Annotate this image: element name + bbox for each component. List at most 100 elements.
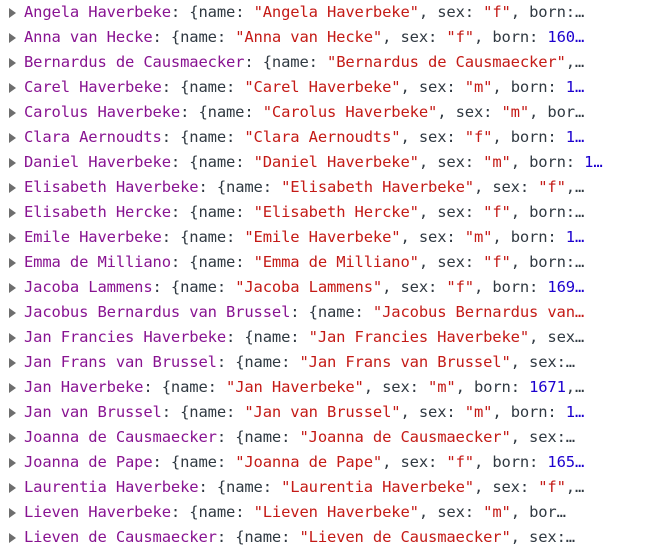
console-row[interactable]: Daniel Haverbeke: {name: "Daniel Haverbe…	[0, 150, 669, 175]
console-row[interactable]: Jacobus Bernardus van Brussel: {name: "J…	[0, 300, 669, 325]
triangle-right-icon[interactable]	[9, 208, 16, 218]
console-row[interactable]: Jan Frans van Brussel: {name: "Jan Frans…	[0, 350, 669, 375]
row-content: Elisabeth Hercke: {name: "Elisabeth Herc…	[24, 200, 669, 225]
row-content: Emile Haverbeke: {name: "Emile Haverbeke…	[24, 225, 669, 250]
console-row[interactable]: Clara Aernoudts: {name: "Clara Aernoudts…	[0, 125, 669, 150]
punctuation: ,	[382, 278, 401, 296]
console-row[interactable]: Anna van Hecke: {name: "Anna van Hecke",…	[0, 25, 669, 50]
triangle-right-icon[interactable]	[9, 333, 16, 343]
row-content: Jacoba Lammens: {name: "Jacoba Lammens",…	[24, 275, 669, 300]
triangle-right-icon[interactable]	[9, 33, 16, 43]
name-value: "Jan Haverbeke"	[226, 378, 364, 396]
ellipsis: ,…	[565, 53, 585, 71]
triangle-right-icon[interactable]	[9, 133, 16, 143]
triangle-right-icon[interactable]	[9, 408, 16, 418]
punctuation: : {	[216, 428, 245, 446]
sex-value: "f"	[446, 453, 474, 471]
console-row[interactable]: Angela Haverbeke: {name: "Angela Haverbe…	[0, 0, 669, 25]
row-content: Joanna de Causmaecker: {name: "Joanna de…	[24, 425, 669, 450]
prop-name: name:	[253, 328, 309, 346]
punctuation: ,	[400, 403, 419, 421]
prop-name: born:	[510, 78, 566, 96]
entry-key: Emile Haverbeke	[24, 228, 162, 246]
triangle-right-icon[interactable]	[9, 83, 16, 93]
punctuation: : {	[143, 378, 171, 396]
name-value: "Clara Aernoudts"	[244, 128, 401, 146]
punctuation: ,	[363, 378, 383, 396]
console-row[interactable]: Lieven de Causmaecker: {name: "Lieven de…	[0, 525, 669, 550]
punctuation: ,	[492, 78, 511, 96]
console-row[interactable]: Carel Haverbeke: {name: "Carel Haverbeke…	[0, 75, 669, 100]
prop-name: name:	[198, 503, 254, 521]
name-value: "Carel Haverbeke"	[244, 78, 401, 96]
triangle-right-icon[interactable]	[9, 508, 16, 518]
triangle-right-icon[interactable]	[9, 183, 16, 193]
ellipsis: ,…	[565, 478, 585, 496]
triangle-right-icon[interactable]	[9, 108, 16, 118]
triangle-right-icon[interactable]	[9, 8, 16, 18]
punctuation: : {	[198, 478, 227, 496]
prop-name: name:	[189, 228, 245, 246]
name-value: "Emma de Milliano"	[253, 253, 419, 271]
entry-key: Lieven Haverbeke	[24, 503, 171, 521]
triangle-right-icon[interactable]	[9, 433, 16, 443]
name-value: "Jan Francies Haverbeke"	[308, 328, 530, 346]
triangle-right-icon[interactable]	[9, 58, 16, 68]
punctuation: : {	[152, 453, 181, 471]
punctuation: : {	[170, 253, 199, 271]
console-row[interactable]: Emma de Milliano: {name: "Emma de Millia…	[0, 250, 669, 275]
console-row[interactable]: Lieven Haverbeke: {name: "Lieven Haverbe…	[0, 500, 669, 525]
prop-name: born:	[473, 378, 530, 396]
sex-value: "f"	[483, 203, 511, 221]
sex-value: "f"	[538, 478, 566, 496]
punctuation: ,	[510, 528, 530, 546]
console-row[interactable]: Elisabeth Hercke: {name: "Elisabeth Herc…	[0, 200, 669, 225]
triangle-right-icon[interactable]	[9, 533, 16, 543]
prop-name: sex:	[437, 503, 484, 521]
console-row[interactable]: Carolus Haverbeke: {name: "Carolus Haver…	[0, 100, 669, 125]
punctuation: ,	[492, 228, 511, 246]
console-row[interactable]: Jan van Brussel: {name: "Jan van Brussel…	[0, 400, 669, 425]
console-row[interactable]: Elisabeth Haverbeke: {name: "Elisabeth H…	[0, 175, 669, 200]
triangle-right-icon[interactable]	[9, 283, 16, 293]
prop-name: name:	[189, 128, 245, 146]
console-row[interactable]: Laurentia Haverbeke: {name: "Laurentia H…	[0, 475, 669, 500]
console-row[interactable]: Jan Haverbeke: {name: "Jan Haverbeke", s…	[0, 375, 669, 400]
console-row[interactable]: Jacoba Lammens: {name: "Jacoba Lammens",…	[0, 275, 669, 300]
prop-name: sex:	[492, 478, 539, 496]
name-value: "Elisabeth Haverbeke"	[281, 178, 474, 196]
console-row[interactable]: Joanna de Causmaecker: {name: "Joanna de…	[0, 425, 669, 450]
punctuation: : {	[152, 28, 181, 46]
prop-name: name:	[226, 478, 282, 496]
triangle-right-icon[interactable]	[9, 483, 16, 493]
punctuation: ,	[400, 78, 419, 96]
punctuation: : {	[216, 353, 245, 371]
row-content: Jan van Brussel: {name: "Jan van Brussel…	[24, 400, 669, 425]
entry-key: Bernardus de Causmaecker	[24, 53, 245, 71]
triangle-right-icon[interactable]	[9, 308, 16, 318]
triangle-right-icon[interactable]	[9, 458, 16, 468]
sex-value: "f"	[446, 278, 474, 296]
punctuation: ,	[473, 453, 493, 471]
console-row[interactable]: Jan Francies Haverbeke: {name: "Jan Fran…	[0, 325, 669, 350]
punctuation: ,	[510, 253, 530, 271]
punctuation: ,	[473, 278, 493, 296]
prop-name: born:	[529, 153, 585, 171]
console-output: Angela Haverbeke: {name: "Angela Haverbe…	[0, 0, 669, 550]
triangle-right-icon[interactable]	[9, 383, 16, 393]
prop-name: name:	[198, 153, 254, 171]
triangle-right-icon[interactable]	[9, 158, 16, 168]
prop-name: name:	[198, 253, 254, 271]
console-row[interactable]: Emile Haverbeke: {name: "Emile Haverbeke…	[0, 225, 669, 250]
prop-name: name:	[244, 528, 300, 546]
punctuation: : {	[244, 53, 272, 71]
entry-key: Jan van Brussel	[24, 403, 162, 421]
triangle-right-icon[interactable]	[9, 233, 16, 243]
triangle-right-icon[interactable]	[9, 358, 16, 368]
console-row[interactable]: Joanna de Pape: {name: "Joanna de Pape",…	[0, 450, 669, 475]
punctuation: ,	[437, 103, 456, 121]
name-value: "Angela Haverbeke"	[253, 3, 419, 21]
triangle-right-icon[interactable]	[9, 258, 16, 268]
row-content: Laurentia Haverbeke: {name: "Laurentia H…	[24, 475, 669, 500]
console-row[interactable]: Bernardus de Causmaecker: {name: "Bernar…	[0, 50, 669, 75]
